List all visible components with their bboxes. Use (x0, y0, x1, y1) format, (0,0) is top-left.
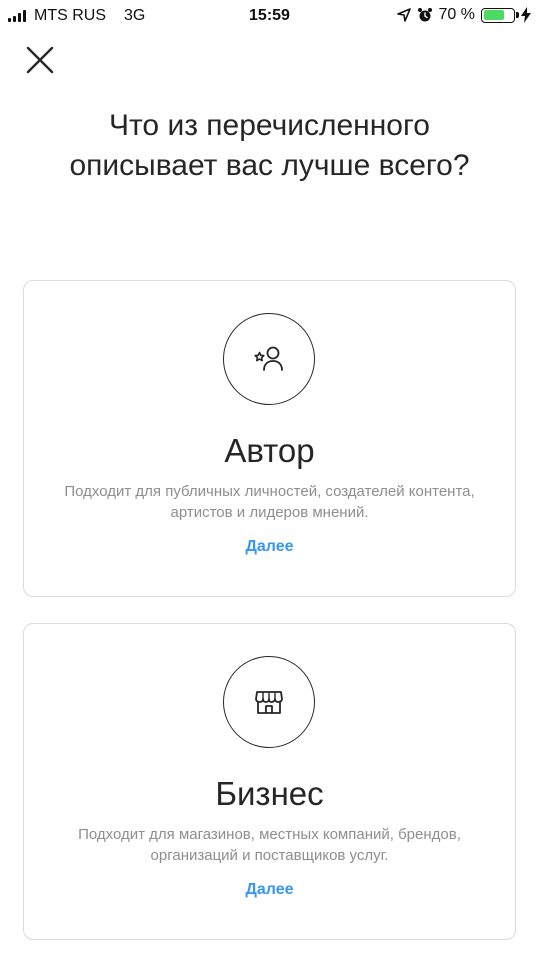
status-bar-right: 70 % (396, 6, 531, 24)
battery-icon (481, 7, 519, 23)
creator-icon-circle (223, 313, 315, 405)
option-description: Подходит для публичных личностей, создат… (64, 483, 475, 521)
option-card-creator[interactable]: Автор Подходит для публичных личностей, … (23, 280, 516, 597)
battery-level-fill (483, 10, 504, 20)
storefront-icon (255, 691, 283, 714)
business-icon-circle (223, 656, 315, 748)
option-title: Автор (224, 432, 315, 469)
option-description: Подходит для магазинов, местных компаний… (78, 826, 461, 864)
battery-percentage: 70 % (438, 6, 475, 23)
option-title: Бизнес (215, 775, 324, 812)
alarm-clock-icon (417, 8, 432, 22)
next-link[interactable]: Далее (245, 881, 293, 898)
page-title: Что из перечисленного описывает вас лучш… (69, 109, 470, 182)
close-icon (26, 46, 54, 74)
location-arrow-icon (396, 8, 411, 22)
charging-bolt-icon (521, 7, 531, 23)
option-card-business[interactable]: Бизнес Подходит для магазинов, местных к… (23, 623, 516, 940)
creator-star-person-icon (254, 346, 283, 371)
close-button[interactable] (22, 42, 58, 78)
status-bar: MTS RUS 3G 15:59 70 % (0, 0, 539, 34)
next-link[interactable]: Далее (245, 538, 293, 555)
